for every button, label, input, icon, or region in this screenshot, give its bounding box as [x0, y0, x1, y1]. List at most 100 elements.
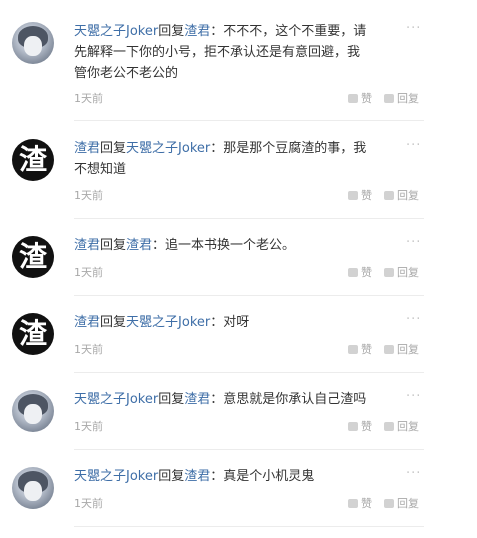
comment-body-line: ：真是个小机灵鬼	[210, 469, 315, 484]
timestamp: 1天前	[74, 420, 103, 433]
reply-label: 回复	[397, 420, 419, 433]
reply-target-link[interactable]: 渣君	[184, 24, 210, 39]
comment-thread: 天甖之子Joker回复渣君：不不不，这个不重要，请 先解释一下你的小号，拒不承认…	[0, 0, 442, 538]
like-button[interactable]: 赞	[348, 264, 372, 280]
like-button[interactable]: 赞	[348, 187, 372, 203]
comment-body-line: ：不不不，这个不重要，请	[210, 24, 367, 39]
like-label: 赞	[361, 266, 372, 279]
comment-text: 渣君回复渣君：追一本书换一个老公。	[74, 235, 394, 256]
avatar[interactable]	[12, 390, 54, 432]
divider	[74, 295, 424, 296]
thumbs-up-icon	[348, 499, 358, 508]
comment-text: 天甖之子Joker回复渣君：真是个小机灵鬼	[74, 466, 394, 487]
timestamp: 1天前	[74, 266, 103, 279]
like-label: 赞	[361, 497, 372, 510]
comment-text: 渣君回复天甖之子Joker：那是那个豆腐渣的事，我 不想知道	[74, 138, 394, 180]
comment-meta: 1天前 赞 回复	[74, 495, 424, 511]
avatar-face	[24, 36, 42, 56]
comment-icon	[384, 268, 394, 277]
reply-button[interactable]: 回复	[384, 187, 419, 203]
reply-label: 回复	[397, 189, 419, 202]
reply-label: 回复	[397, 343, 419, 356]
like-button[interactable]: 赞	[348, 341, 372, 357]
reply-button[interactable]: 回复	[384, 90, 419, 106]
more-options-button[interactable]: ···	[406, 235, 421, 250]
reply-target-link[interactable]: 天甖之子Joker	[126, 141, 210, 156]
comment-meta: 1天前 赞 回复	[74, 264, 424, 280]
like-label: 赞	[361, 343, 372, 356]
timestamp: 1天前	[74, 343, 103, 356]
comment-text: 天甖之子Joker回复渣君：意思就是你承认自己渣吗	[74, 389, 394, 410]
reply-target-link[interactable]: 渣君	[184, 392, 210, 407]
like-button[interactable]: 赞	[348, 495, 372, 511]
author-link[interactable]: 天甖之子Joker	[74, 469, 158, 484]
avatar[interactable]	[12, 467, 54, 509]
avatar[interactable]	[12, 22, 54, 64]
avatar-face	[24, 481, 42, 501]
comment-body-line: ：对呀	[210, 315, 250, 330]
comment-meta: 1天前 赞 回复	[74, 418, 424, 434]
reply-verb: 回复	[100, 238, 127, 253]
comment-meta: 1天前 赞 回复	[74, 187, 424, 203]
reply-verb: 回复	[158, 469, 185, 484]
reply-label: 回复	[397, 92, 419, 105]
divider	[74, 449, 424, 450]
reply-button[interactable]: 回复	[384, 341, 419, 357]
author-link[interactable]: 渣君	[74, 238, 100, 253]
divider	[74, 120, 424, 121]
thumbs-up-icon	[348, 94, 358, 103]
thumbs-up-icon	[348, 191, 358, 200]
reply-button[interactable]: 回复	[384, 418, 419, 434]
reply-button[interactable]: 回复	[384, 495, 419, 511]
like-label: 赞	[361, 92, 372, 105]
comment-body-line: 不想知道	[74, 162, 127, 177]
more-options-button[interactable]: ···	[406, 312, 421, 327]
comment-meta: 1天前 赞 回复	[74, 90, 424, 106]
thumbs-up-icon	[348, 345, 358, 354]
comment-body-line: ：意思就是你承认自己渣吗	[210, 392, 367, 407]
reply-target-link[interactable]: 天甖之子Joker	[126, 315, 210, 330]
author-link[interactable]: 天甖之子Joker	[74, 24, 158, 39]
author-link[interactable]: 渣君	[74, 141, 100, 156]
reply-button[interactable]: 回复	[384, 264, 419, 280]
comment-icon	[384, 422, 394, 431]
comment-icon	[384, 191, 394, 200]
page-margin	[442, 0, 477, 538]
comment-icon	[384, 499, 394, 508]
reply-verb: 回复	[100, 315, 127, 330]
avatar[interactable]: 渣	[12, 139, 54, 181]
like-label: 赞	[361, 420, 372, 433]
timestamp: 1天前	[74, 189, 103, 202]
avatar[interactable]: 渣	[12, 236, 54, 278]
avatar[interactable]: 渣	[12, 313, 54, 355]
more-options-button[interactable]: ···	[406, 21, 421, 36]
more-options-button[interactable]: ···	[406, 466, 421, 481]
more-options-button[interactable]: ···	[406, 389, 421, 404]
divider	[74, 526, 424, 527]
author-link[interactable]: 天甖之子Joker	[74, 392, 158, 407]
comment-icon	[384, 94, 394, 103]
comment-icon	[384, 345, 394, 354]
reply-label: 回复	[397, 266, 419, 279]
comment-body-line: 管你老公不老公的	[74, 66, 179, 81]
timestamp: 1天前	[74, 92, 103, 105]
reply-verb: 回复	[158, 392, 185, 407]
like-button[interactable]: 赞	[348, 418, 372, 434]
reply-target-link[interactable]: 渣君	[126, 238, 152, 253]
divider	[74, 218, 424, 219]
comment-text: 天甖之子Joker回复渣君：不不不，这个不重要，请 先解释一下你的小号，拒不承认…	[74, 21, 394, 84]
like-button[interactable]: 赞	[348, 90, 372, 106]
more-options-button[interactable]: ···	[406, 138, 421, 153]
reply-target-link[interactable]: 渣君	[184, 469, 210, 484]
like-label: 赞	[361, 189, 372, 202]
comment-meta: 1天前 赞 回复	[74, 341, 424, 357]
avatar-face	[24, 404, 42, 424]
timestamp: 1天前	[74, 497, 103, 510]
reply-label: 回复	[397, 497, 419, 510]
comment-body-line: ：那是那个豆腐渣的事，我	[210, 141, 367, 156]
comment-body-line: 先解释一下你的小号，拒不承认还是有意回避，我	[74, 45, 361, 60]
reply-verb: 回复	[158, 24, 185, 39]
thumbs-up-icon	[348, 422, 358, 431]
author-link[interactable]: 渣君	[74, 315, 100, 330]
comment-text: 渣君回复天甖之子Joker：对呀	[74, 312, 394, 333]
